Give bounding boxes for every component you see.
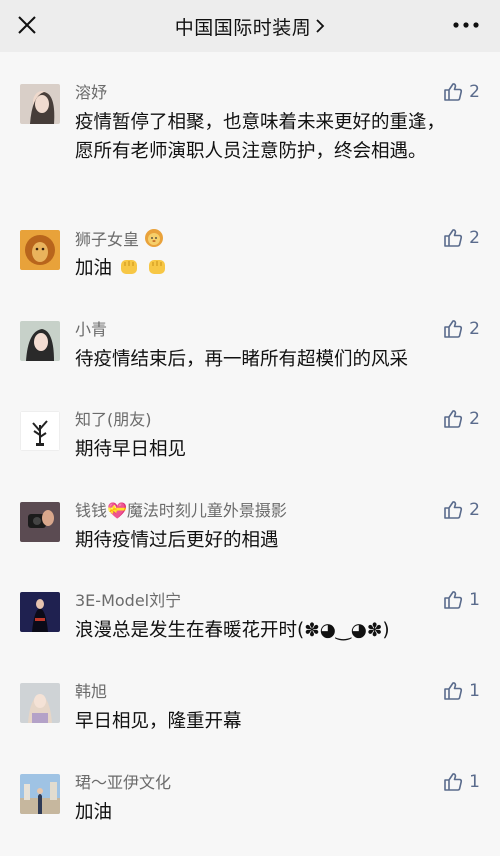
- like-count: 2: [469, 82, 480, 102]
- thumbs-up-icon: [444, 83, 463, 101]
- avatar[interactable]: [20, 501, 60, 542]
- commenter-name[interactable]: 3E-Model刘宁: [75, 584, 480, 612]
- like-button[interactable]: 2: [443, 500, 480, 520]
- like-button[interactable]: 2: [443, 319, 480, 339]
- comment-text: 疫情暂停了相聚，也意味着未来更好的重逢，愿所有老师演职人员注意防护，终会相遇。: [75, 112, 446, 162]
- comment-text: 早日相见，隆重开幕: [75, 710, 242, 732]
- comment-item: 知了(朋友) 期待早日相见 2: [0, 403, 500, 494]
- like-button[interactable]: 1: [443, 772, 480, 792]
- comment-text: 加油: [75, 254, 480, 283]
- avatar[interactable]: [20, 320, 60, 361]
- comment-list: 溶妤 疫情暂停了相聚，也意味着未来更好的重逢，愿所有老师演职人员注意防护，终会相…: [0, 52, 500, 856]
- more-icon[interactable]: [452, 18, 480, 32]
- comment-text: 期待早日相见: [75, 439, 187, 461]
- like-button[interactable]: 2: [443, 409, 480, 429]
- comment-text: 浪漫总是发生在春暖花开时(✽◕‿◕✽): [75, 620, 390, 642]
- like-button[interactable]: 2: [443, 228, 480, 248]
- thumbs-up-icon: [444, 319, 463, 338]
- like-count: 2: [469, 499, 480, 520]
- comment-item: 韩旭 早日相见，隆重开幕 1: [0, 675, 500, 766]
- like-count: 2: [469, 318, 480, 339]
- like-count: 1: [469, 771, 480, 792]
- commenter-name[interactable]: 知了(朋友): [75, 403, 480, 431]
- fist-emoji-icon: [120, 260, 137, 274]
- comment-text: 待疫情结束后，再一睹所有超模们的风采: [75, 348, 409, 370]
- like-count: 1: [469, 590, 480, 611]
- avatar[interactable]: [20, 682, 60, 723]
- like-button[interactable]: 1: [443, 590, 480, 610]
- page-title: 中国国际时装周: [174, 16, 312, 39]
- thumbs-up-icon: [444, 229, 463, 247]
- like-button[interactable]: 2: [443, 82, 480, 102]
- comment-item: 钱钱💝魔法时刻儿童外景摄影 期待疫情过后更好的相遇 2: [0, 494, 500, 585]
- avatar[interactable]: [20, 773, 60, 814]
- avatar[interactable]: [20, 592, 60, 633]
- comment-item: 3E-Model刘宁 浪漫总是发生在春暖花开时(✽◕‿◕✽) 1: [0, 584, 500, 675]
- avatar[interactable]: [20, 411, 60, 452]
- commenter-name[interactable]: 小青: [75, 313, 480, 341]
- comment-text: 期待疫情过后更好的相遇: [75, 529, 279, 551]
- close-icon[interactable]: [14, 12, 40, 38]
- lion-emoji-icon: [145, 229, 164, 247]
- like-button[interactable]: 1: [443, 681, 480, 701]
- comment-item: 珺～亚伊文化 加油 1: [0, 766, 500, 856]
- thumbs-up-icon: [444, 682, 463, 700]
- top-bar: 中国国际时装周: [0, 0, 500, 52]
- thumbs-up-icon: [444, 500, 463, 519]
- commenter-name[interactable]: 钱钱💝魔法时刻儿童外景摄影: [75, 494, 480, 522]
- thumbs-up-icon: [444, 591, 463, 610]
- comment-text: 加油: [75, 801, 113, 823]
- thumbs-up-icon: [444, 772, 463, 791]
- page-title-link[interactable]: 中国国际时装周: [175, 13, 326, 40]
- comment-item: 溶妤 疫情暂停了相聚，也意味着未来更好的重逢，愿所有老师演职人员注意防护，终会相…: [0, 76, 500, 222]
- comment-item: 狮子女皇 加油 2: [0, 222, 500, 313]
- comment-item: 小青 待疫情结束后，再一睹所有超模们的风采 2: [0, 313, 500, 404]
- commenter-name[interactable]: 韩旭: [75, 675, 480, 703]
- chevron-right-icon: [316, 19, 325, 33]
- fist-emoji-icon: [148, 260, 165, 274]
- like-count: 1: [469, 680, 480, 701]
- like-count: 2: [469, 409, 480, 430]
- avatar[interactable]: [20, 84, 60, 124]
- thumbs-up-icon: [444, 410, 463, 428]
- commenter-name[interactable]: 珺～亚伊文化: [75, 766, 480, 794]
- commenter-name[interactable]: 狮子女皇: [75, 222, 480, 250]
- like-count: 2: [469, 228, 480, 248]
- commenter-name[interactable]: 溶妤: [75, 76, 480, 104]
- avatar[interactable]: [20, 230, 60, 270]
